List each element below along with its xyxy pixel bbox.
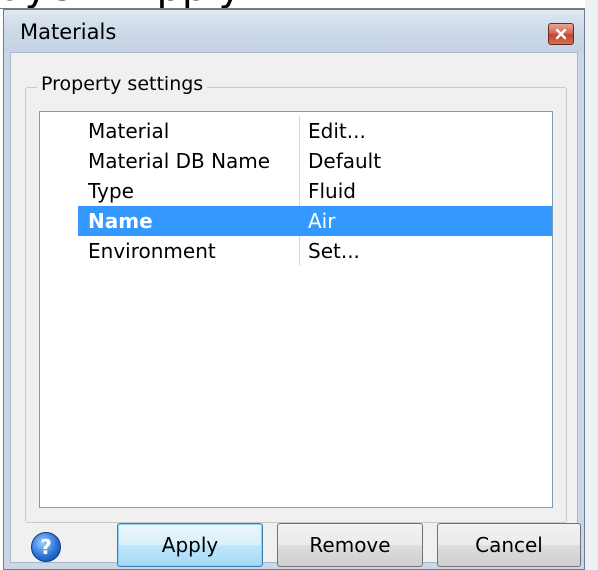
property-value[interactable]: Set... xyxy=(308,236,360,266)
property-row-name[interactable]: Name Air xyxy=(40,206,552,236)
property-value[interactable]: Default xyxy=(308,146,381,176)
apply-button[interactable]: Apply xyxy=(117,523,263,567)
property-value[interactable]: Air xyxy=(308,206,335,236)
help-icon[interactable]: ? xyxy=(31,532,61,562)
close-icon xyxy=(555,28,567,40)
title-bar[interactable]: Materials xyxy=(4,10,584,52)
close-button[interactable] xyxy=(548,23,574,45)
property-name: Type xyxy=(88,179,134,203)
dialog-title: Materials xyxy=(20,20,117,44)
property-value[interactable]: Edit... xyxy=(308,116,366,146)
property-name: Material DB Name xyxy=(88,149,271,173)
property-name: Name xyxy=(88,209,153,233)
background-area xyxy=(585,0,598,570)
property-row-type[interactable]: Type Fluid xyxy=(40,176,552,206)
selection-highlight xyxy=(300,206,552,236)
property-grid[interactable]: Material Edit... Material DB Name Defaul… xyxy=(39,111,553,508)
property-name: Environment xyxy=(88,239,216,263)
cancel-button[interactable]: Cancel xyxy=(437,523,581,567)
property-value[interactable]: Fluid xyxy=(308,176,356,206)
property-row-material[interactable]: Material Edit... xyxy=(40,116,552,146)
materials-dialog: Materials Property settings Material Edi… xyxy=(3,9,585,570)
property-row-material-db-name[interactable]: Material DB Name Default xyxy=(40,146,552,176)
dialog-body: Property settings Material Edit... Mater… xyxy=(10,52,581,567)
property-row-environment[interactable]: Environment Set... xyxy=(40,236,552,266)
property-name: Material xyxy=(88,119,170,143)
remove-button[interactable]: Remove xyxy=(277,523,423,567)
group-label: Property settings xyxy=(37,73,208,95)
